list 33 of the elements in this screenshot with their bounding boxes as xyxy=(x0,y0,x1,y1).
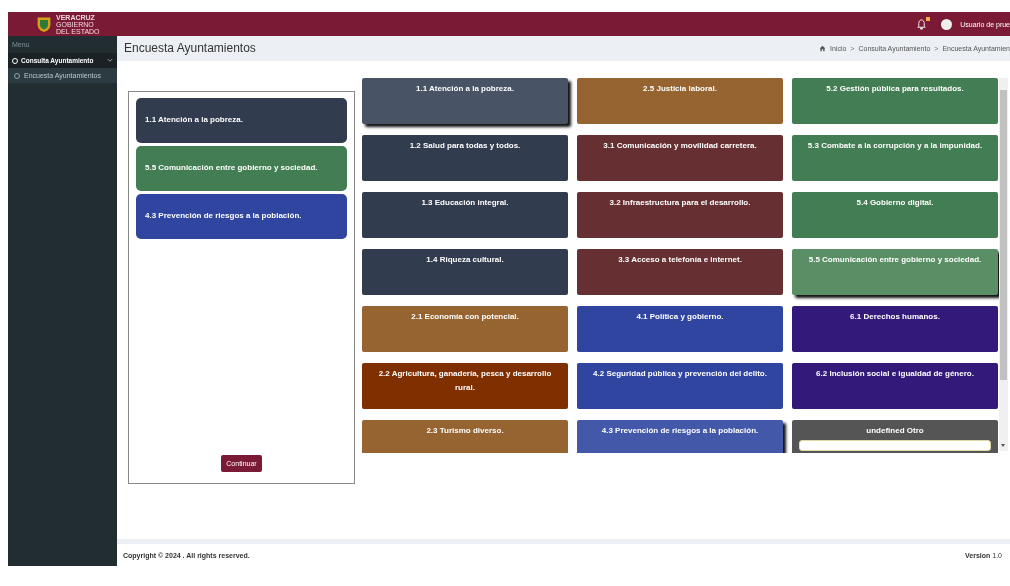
topic-option-card[interactable]: 2.1 Economía con potencial. xyxy=(362,305,568,352)
topic-option-card[interactable]: undefined Otro xyxy=(792,419,998,453)
home-icon xyxy=(819,44,826,52)
topic-option-card[interactable]: 1.4 Riqueza cultural. xyxy=(362,248,568,295)
topic-option-card[interactable]: 4.2 Seguridad pública y prevención del delito. xyxy=(577,362,783,409)
topic-option-card[interactable]: 3.3 Acceso a telefonía e internet. xyxy=(577,248,783,295)
chosen-topic-card[interactable]: 1.1 Atención a la pobreza. xyxy=(136,97,347,143)
topic-option-card[interactable]: 1.1 Atención a la pobreza. xyxy=(362,77,568,124)
topic-option-card[interactable]: 6.1 Derechos humanos. xyxy=(792,305,998,352)
topic-option-card[interactable]: 5.2 Gestión pública para resultados. xyxy=(792,77,998,124)
coat-of-arms-icon xyxy=(36,15,52,33)
topic-option-card[interactable]: 2.5 Justicia laboral. xyxy=(577,77,783,124)
chevron-down-icon xyxy=(107,58,113,63)
topic-option-card[interactable]: 6.2 Inclusión social e igualdad de género. xyxy=(792,362,998,409)
page-title: Encuesta Ayuntamientos xyxy=(124,41,256,56)
topic-option-card[interactable]: 1.3 Educación integral. xyxy=(362,191,568,238)
avatar-icon[interactable] xyxy=(941,18,953,30)
topic-option-card[interactable]: 2.2 Agricultura, ganadería, pesca y desarrollo rural. xyxy=(362,362,568,409)
topic-option-card[interactable]: 3.2 Infraestructura para el desarrollo. xyxy=(577,191,783,238)
topic-option-card[interactable]: 3.1 Comunicación y movilidad carretera. xyxy=(577,134,783,181)
option-label: undefined Otro xyxy=(866,424,924,437)
topic-option-card[interactable]: 2.3 Turismo diverso. xyxy=(362,419,568,453)
topic-option-card[interactable]: 4.3 Prevención de riesgos a la población. xyxy=(577,419,783,453)
chosen-topic-card[interactable]: 4.3 Prevención de riesgos a la población. xyxy=(136,193,347,239)
chosen-topic-card[interactable]: 5.5 Comunicación entre gobierno y sociedad. xyxy=(136,145,347,191)
bell-icon[interactable] xyxy=(916,18,928,30)
topic-option-card[interactable]: 4.1 Política y gobierno. xyxy=(577,305,783,352)
scrollbar[interactable] xyxy=(999,77,1008,451)
topic-option-card[interactable]: 5.5 Comunicación entre gobierno y sociedad. xyxy=(792,248,998,295)
topic-option-card[interactable]: 5.3 Combate a la corrupción y a la impunidad. xyxy=(792,134,998,181)
topic-option-card[interactable]: 1.2 Salud para todas y todos. xyxy=(362,134,568,181)
topic-option-card[interactable]: 5.4 Gobierno digital. xyxy=(792,191,998,238)
other-input-field[interactable] xyxy=(799,439,991,451)
